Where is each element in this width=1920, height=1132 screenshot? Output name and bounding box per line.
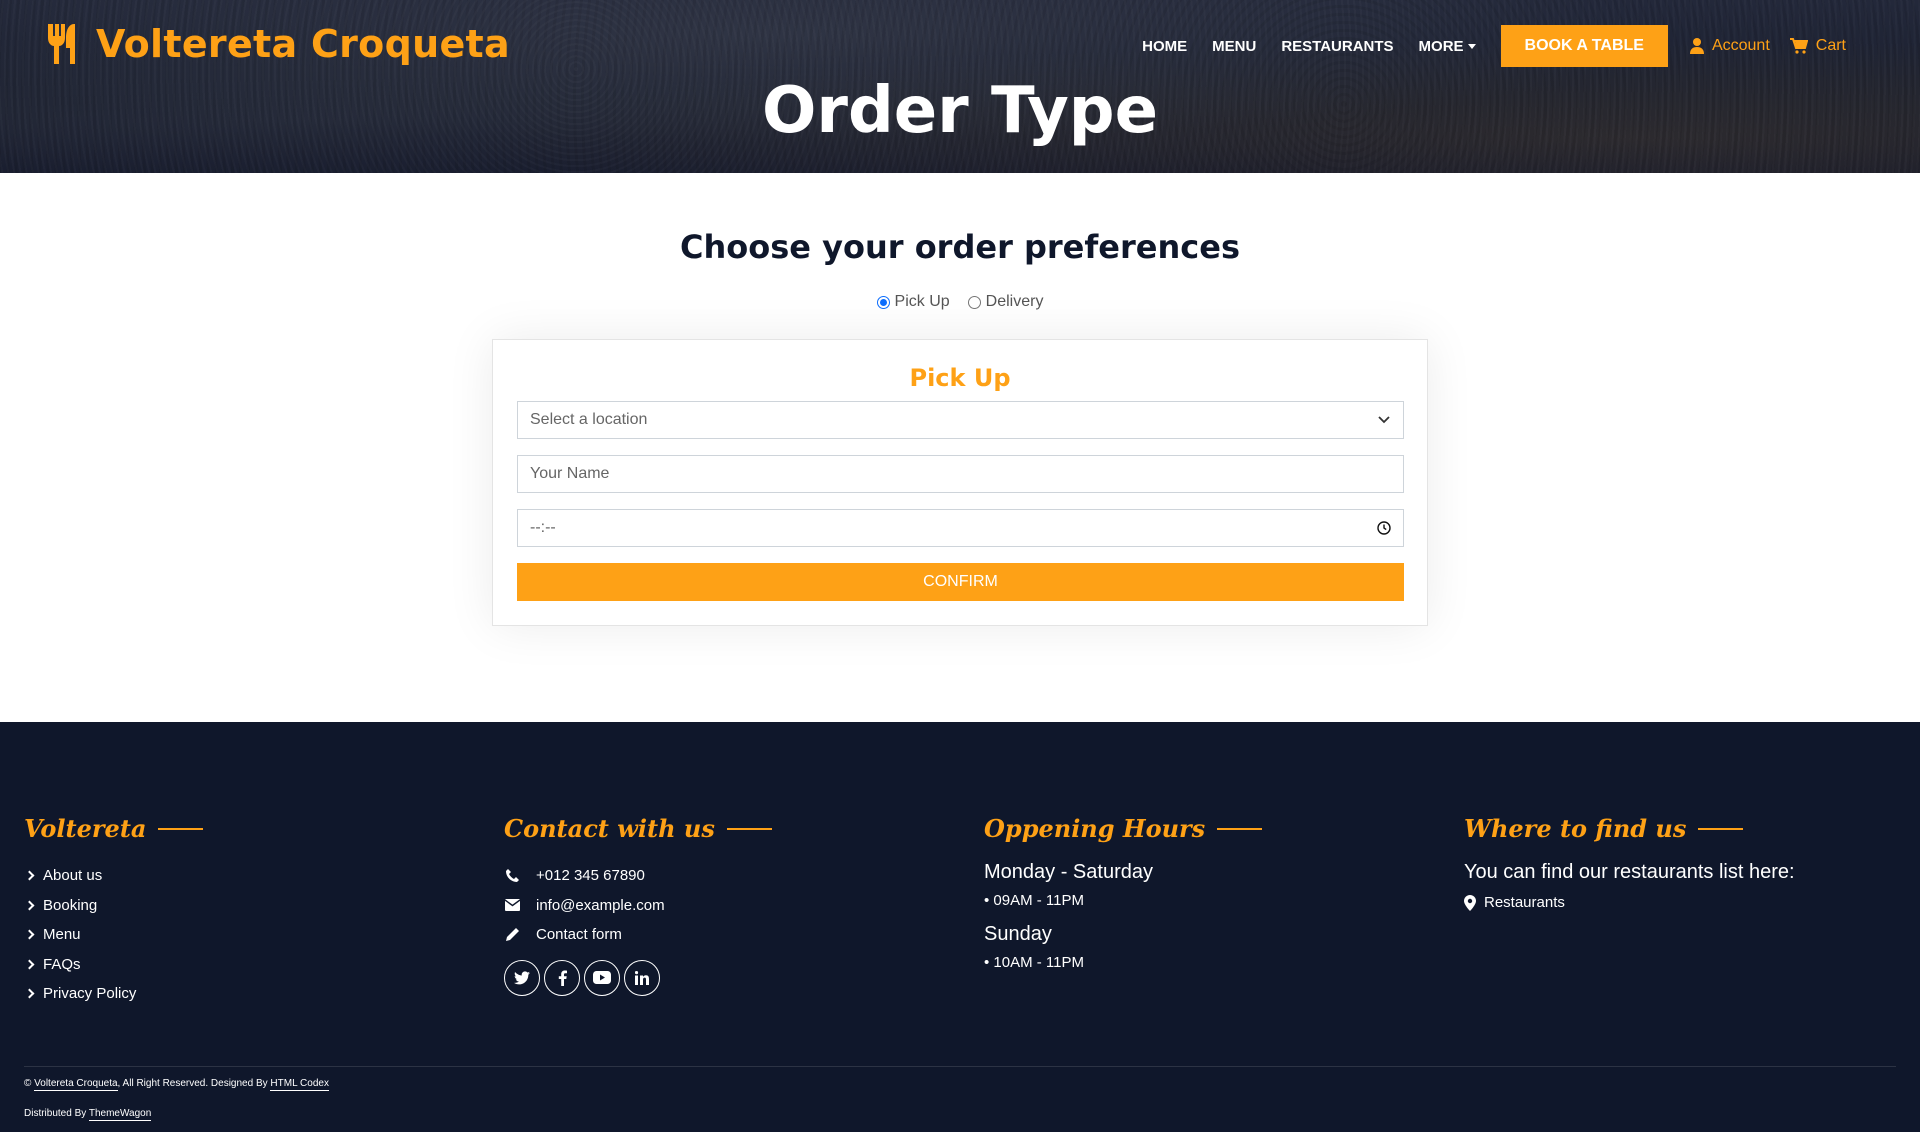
twitter-icon[interactable] (504, 959, 540, 996)
nav-more-label: MORE (1418, 37, 1464, 55)
brand-name: Voltereta Croqueta (96, 22, 510, 66)
chevron-right-icon (24, 988, 35, 999)
name-input-placeholder: Your Name (530, 465, 610, 482)
footer-link-faqs[interactable]: FAQs (24, 950, 203, 980)
chevron-down-icon (1378, 416, 1390, 424)
distributed-prefix: Distributed By (24, 1108, 87, 1119)
book-table-button[interactable]: BOOK A TABLE (1500, 25, 1668, 67)
radio-delivery[interactable]: Delivery (967, 293, 1044, 311)
clock-icon[interactable] (1377, 521, 1391, 535)
footer-link-booking[interactable]: Booking (24, 891, 203, 921)
footer-email[interactable]: info@example.com (504, 891, 772, 921)
caret-down-icon (1467, 43, 1476, 49)
account-link[interactable]: Account (1689, 37, 1770, 55)
footer-heading-hours: Oppening Hours (984, 814, 1262, 843)
page-title: Order Type (761, 74, 1159, 148)
time-input[interactable]: --:-- (517, 509, 1404, 547)
nav-menu[interactable]: MENU (1212, 38, 1256, 55)
order-type-radio-group: Pick Up Delivery (0, 293, 1920, 311)
hero-header: Voltereta Croqueta HOME MENU RESTAURANTS… (0, 0, 1920, 173)
cart-label: Cart (1815, 37, 1846, 54)
footer-heading-voltereta: Voltereta (24, 814, 203, 843)
pickup-card-title: Pick Up (909, 364, 1011, 392)
utensils-icon (48, 24, 75, 64)
footer-contact-form-text: Contact form (536, 926, 622, 944)
order-preferences-heading: Choose your order preferences (680, 228, 1240, 266)
chevron-right-icon (24, 929, 35, 940)
location-select[interactable]: Select a location (517, 401, 1404, 439)
radio-pickup-label: Pick Up (894, 293, 950, 310)
copyright-text: , All Right Reserved. Designed By (117, 1078, 268, 1089)
hours-time-weekdays: • 09AM - 11PM (984, 892, 1085, 909)
footer-email-text: info@example.com (536, 896, 665, 914)
copyright: © Voltereta Croqueta, All Right Reserved… (24, 1078, 329, 1091)
chevron-right-icon (24, 870, 35, 881)
confirm-button[interactable]: CONFIRM (517, 563, 1404, 601)
footer-divider (24, 1066, 1896, 1067)
footer-col-location: Where to find us You can find our restau… (1464, 814, 1795, 911)
name-input[interactable]: Your Name (517, 455, 1404, 493)
radio-delivery-label: Delivery (985, 293, 1044, 310)
designer-link[interactable]: HTML Codex (270, 1078, 329, 1091)
copyright-symbol: © (24, 1078, 32, 1089)
nav-restaurants[interactable]: RESTAURANTS (1281, 38, 1393, 55)
footer-restaurants-label: Restaurants (1484, 894, 1565, 911)
footer-link-about[interactable]: About us (24, 861, 203, 891)
pickup-form-card: Pick Up Select a location Your Name --:-… (492, 339, 1428, 626)
footer-phone[interactable]: +012 345 67890 (504, 861, 772, 891)
social-links (504, 959, 772, 996)
main-nav: HOME MENU RESTAURANTS MORE BOOK A TABLE … (1142, 25, 1860, 67)
footer-heading-location: Where to find us (1464, 814, 1795, 843)
distributor-link[interactable]: ThemeWagon (88, 1108, 152, 1121)
footer-contact-form[interactable]: Contact form (504, 920, 772, 950)
footer-contact-list: +012 345 67890 info@example.com Contact … (504, 861, 772, 950)
footer-restaurants-link[interactable]: Restaurants (1464, 894, 1795, 911)
youtube-icon[interactable] (584, 959, 620, 996)
footer-link-menu[interactable]: Menu (24, 920, 203, 950)
footer-link-label: Menu (43, 926, 81, 944)
footer-link-privacy[interactable]: Privacy Policy (24, 979, 203, 1009)
brand-logo[interactable]: Voltereta Croqueta (46, 22, 510, 66)
hours-day-weekdays: Monday - Saturday (984, 861, 1153, 883)
nav-more-dropdown[interactable]: MORE (1419, 38, 1476, 55)
radio-pickup-button[interactable] (876, 295, 890, 309)
footer: Voltereta About us Booking Menu FAQs Pri… (0, 722, 1920, 1132)
map-marker-icon (1464, 894, 1476, 911)
pencil-icon (504, 927, 520, 943)
chevron-right-icon (24, 959, 35, 970)
time-input-value: --:-- (530, 519, 556, 536)
footer-phone-text: +012 345 67890 (536, 867, 645, 885)
envelope-icon (504, 897, 520, 913)
footer-link-label: Privacy Policy (43, 985, 137, 1003)
cart-link[interactable]: Cart (1789, 37, 1846, 55)
footer-location-desc: You can find our restaurants list here: (1464, 861, 1795, 883)
footer-col-voltereta: Voltereta About us Booking Menu FAQs Pri… (24, 814, 203, 1009)
footer-link-label: About us (43, 867, 103, 885)
hours-time-sunday: • 10AM - 11PM (984, 954, 1085, 971)
footer-link-label: FAQs (43, 955, 81, 973)
linkedin-icon[interactable] (624, 959, 660, 996)
footer-link-list: About us Booking Menu FAQs Privacy Polic… (24, 861, 203, 1009)
chevron-right-icon (24, 900, 35, 911)
distributed-by: Distributed By ThemeWagon (24, 1108, 152, 1121)
cart-icon (1789, 38, 1808, 54)
radio-delivery-button[interactable] (967, 295, 981, 309)
footer-col-contact: Contact with us +012 345 67890 info@exam… (504, 814, 772, 996)
radio-pickup[interactable]: Pick Up (876, 293, 950, 311)
nav-home[interactable]: HOME (1142, 38, 1187, 55)
account-label: Account (1711, 37, 1770, 54)
copyright-site-link[interactable]: Voltereta Croqueta (34, 1078, 118, 1091)
facebook-icon[interactable] (544, 959, 580, 996)
footer-heading-contact: Contact with us (504, 814, 772, 843)
footer-link-label: Booking (43, 896, 98, 914)
footer-col-hours: Oppening Hours Monday - Saturday • 09AM … (984, 814, 1262, 971)
hours-day-sunday: Sunday (984, 923, 1052, 945)
location-select-value: Select a location (530, 411, 648, 428)
user-icon (1689, 38, 1704, 54)
phone-icon (504, 868, 520, 884)
